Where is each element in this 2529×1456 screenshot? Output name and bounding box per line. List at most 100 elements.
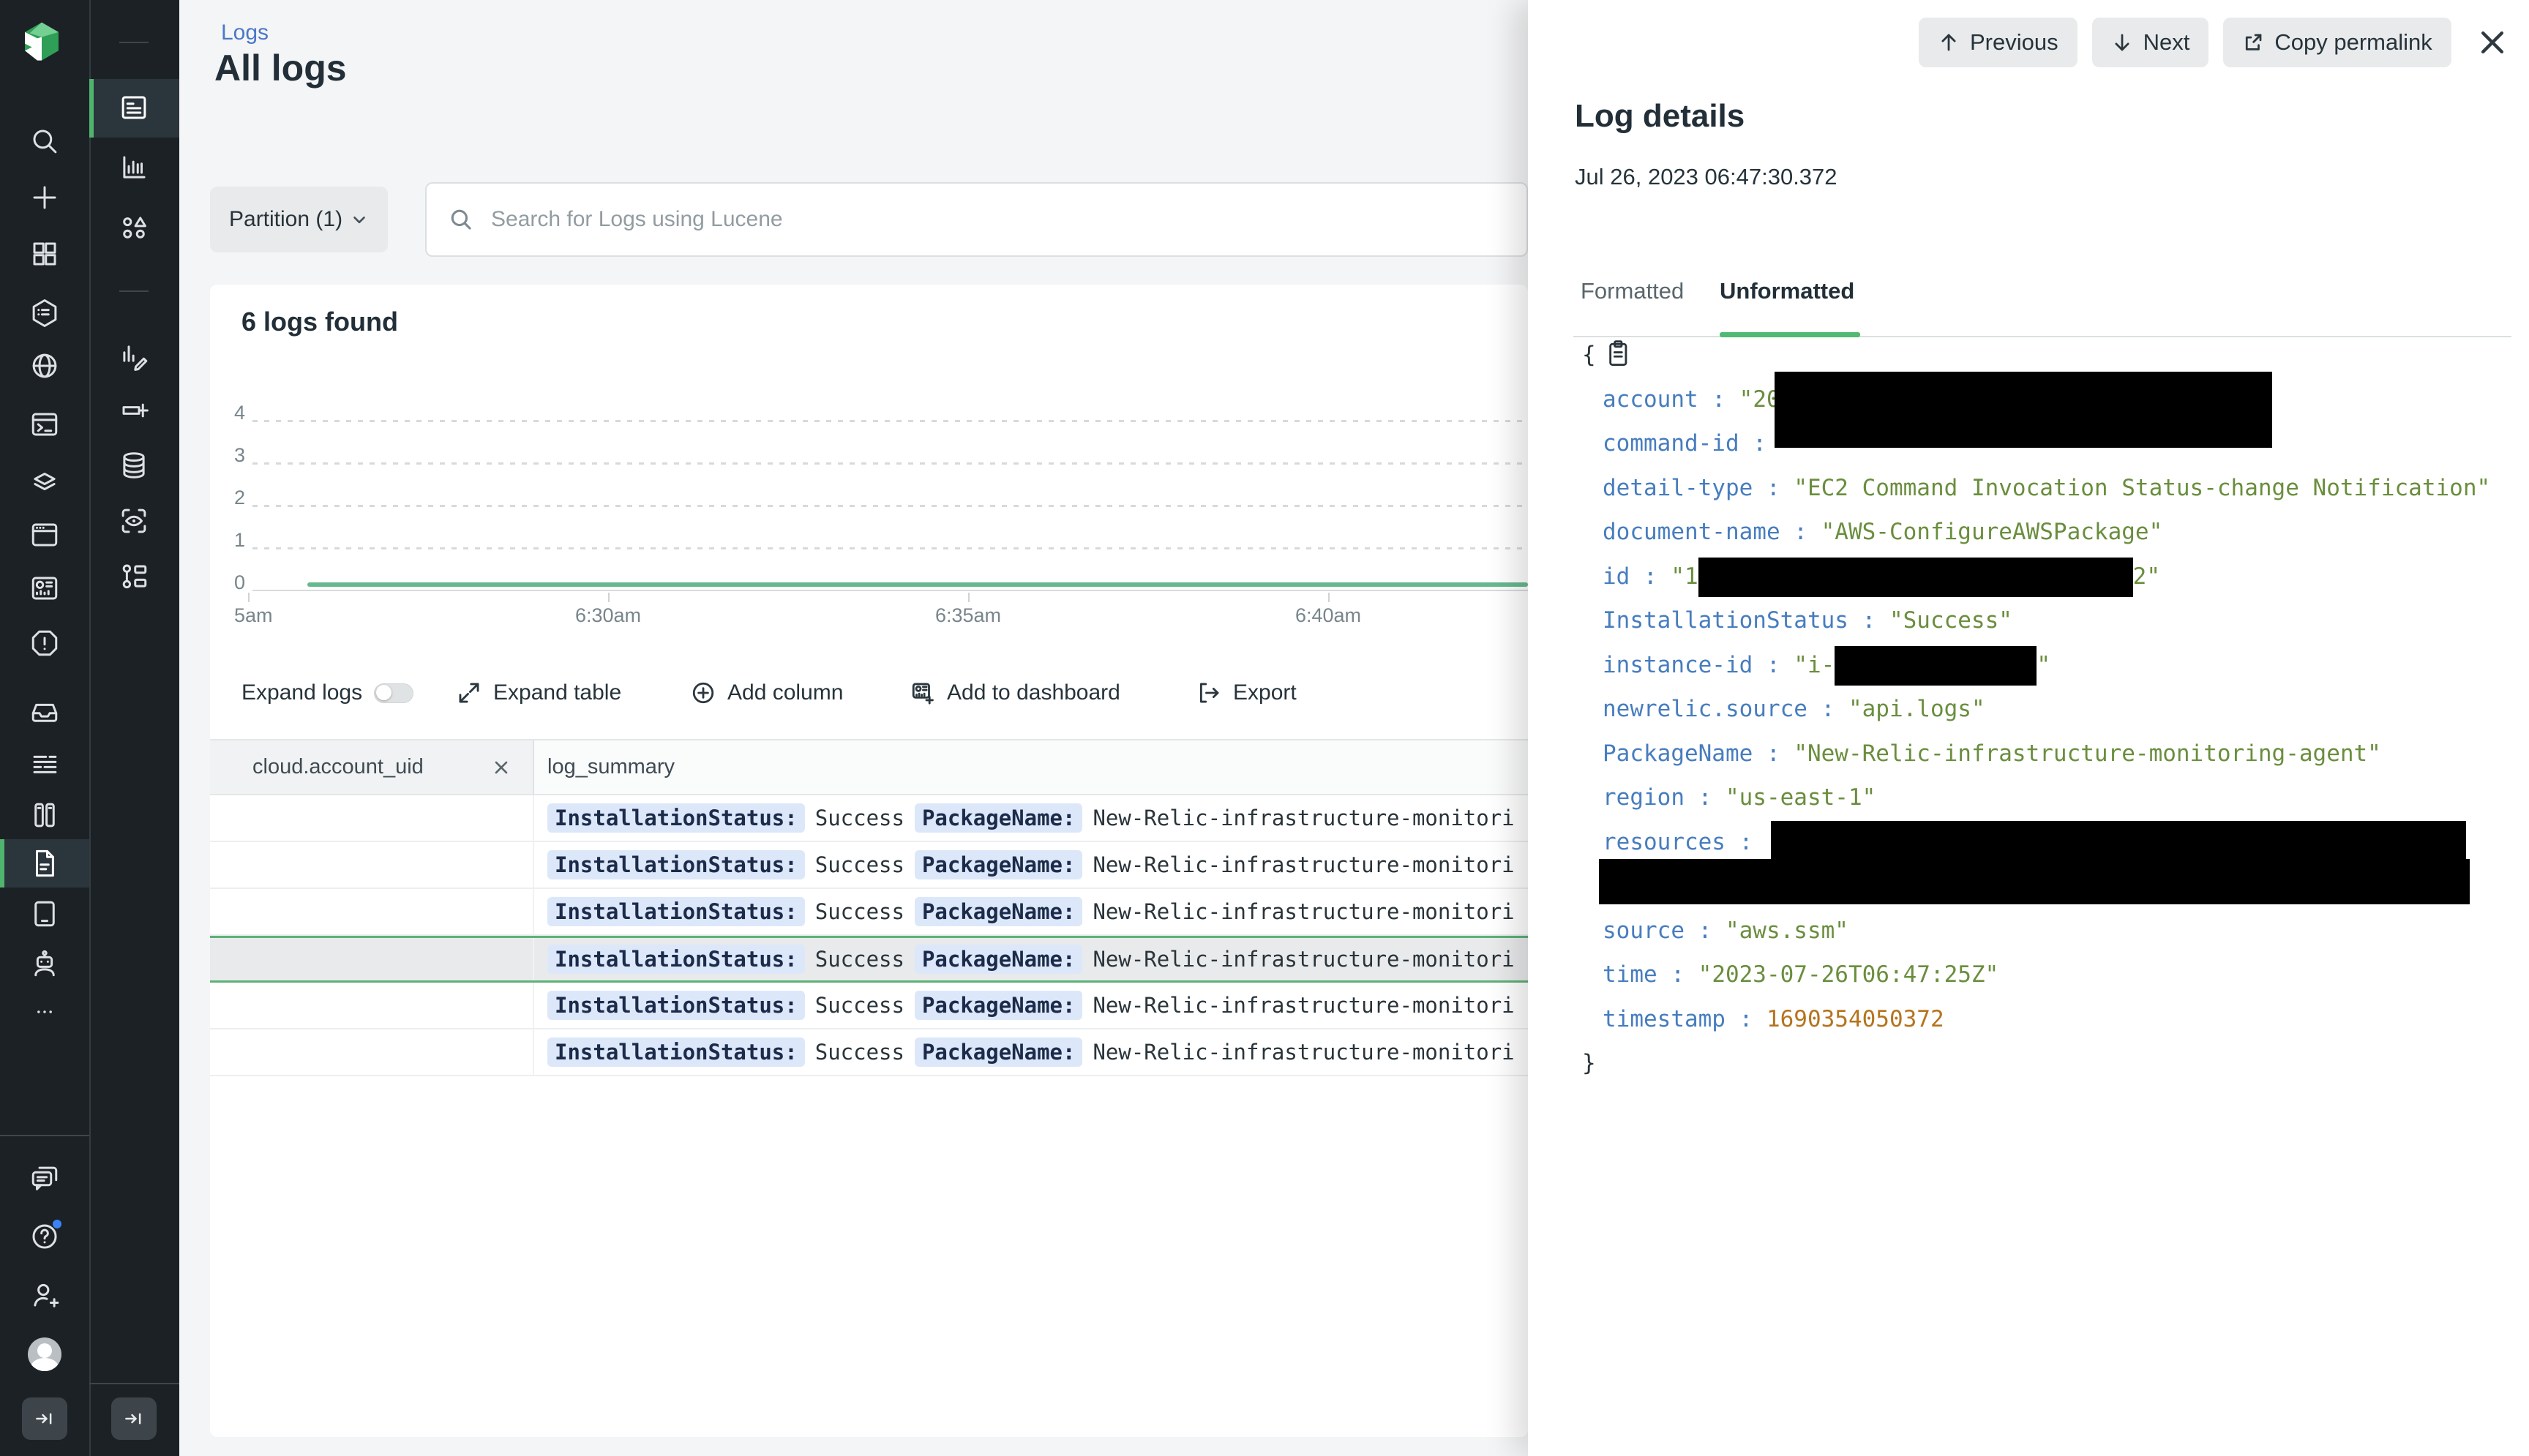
terminal-icon[interactable] <box>29 409 60 440</box>
alert-octagon-icon[interactable] <box>29 628 60 658</box>
json-value: "1 <box>1671 563 1698 590</box>
table-body: InstallationStatus: Success PackageName: Ne… <box>210 795 1528 1076</box>
json-key: region <box>1603 784 1685 811</box>
eye-scan-icon[interactable] <box>119 506 149 536</box>
secondary-bottom-divider <box>89 1383 179 1384</box>
inbox-icon[interactable] <box>29 697 60 727</box>
log-lines-icon[interactable] <box>29 748 60 779</box>
redaction-inline <box>1835 646 2037 686</box>
log-value: New-Relic-infrastructure-monitori <box>1093 947 1515 972</box>
circle-plus-icon <box>692 682 714 704</box>
export-icon <box>1199 683 1219 703</box>
collapse-primary-nav-button[interactable] <box>22 1397 67 1440</box>
json-value: "Success" <box>1889 607 2012 634</box>
search-icon[interactable] <box>29 126 60 157</box>
database-icon[interactable] <box>119 450 149 481</box>
add-user-icon[interactable] <box>29 1280 60 1310</box>
json-colon: : <box>1753 651 1794 678</box>
add-column-label: Add column <box>727 680 844 705</box>
close-button[interactable] <box>2473 23 2511 61</box>
log-key-chip: PackageName: <box>914 850 1083 879</box>
search-input[interactable] <box>490 206 1505 233</box>
hexagon-list-icon[interactable] <box>29 298 60 329</box>
table-row[interactable]: InstallationStatus: Success PackageName: Ne… <box>210 983 1528 1029</box>
bar-chart-icon[interactable] <box>119 152 149 183</box>
json-key: detail-type <box>1603 474 1753 501</box>
browser-window-icon[interactable] <box>29 519 60 550</box>
column-header-log-summary[interactable]: log_summary <box>534 740 1528 794</box>
table-row[interactable]: InstallationStatus: Success PackageName: Ne… <box>210 1029 1528 1076</box>
next-button[interactable]: Next <box>2091 18 2209 67</box>
chat-icon[interactable] <box>29 1163 60 1194</box>
column-label: log_summary <box>547 755 675 778</box>
partition-dropdown[interactable]: Partition (1) <box>210 187 389 252</box>
layers-icon[interactable] <box>29 466 60 497</box>
chart-edit-icon[interactable] <box>119 341 149 372</box>
cell-log-summary: InstallationStatus: Success PackageName: Ne… <box>547 983 1528 1028</box>
panel-actions: Previous Next Copy permalink <box>1919 18 2451 67</box>
copy-json-icon[interactable] <box>1606 340 1631 374</box>
bot-icon[interactable] <box>29 948 60 979</box>
globe-icon[interactable] <box>29 350 60 381</box>
column-header-account-uid[interactable]: cloud.account_uid <box>210 740 534 794</box>
export-button[interactable]: Export <box>1196 677 1297 709</box>
gridline <box>252 547 1528 549</box>
json-colon: : <box>1807 696 1848 722</box>
add-to-dashboard-button[interactable]: Add to dashboard <box>910 677 1120 709</box>
cell-account-uid <box>210 795 534 841</box>
json-fields: account : "20 command-id : detail-type : … <box>1582 378 2519 1042</box>
previous-button[interactable]: Previous <box>1919 18 2077 67</box>
json-line: source : "aws.ssm" <box>1582 909 2519 953</box>
log-value: Success <box>814 993 904 1018</box>
tag-band-icon[interactable] <box>119 395 149 426</box>
help-notification-dot <box>53 1220 61 1228</box>
workflow-icon[interactable] <box>119 561 149 592</box>
log-value: New-Relic-infrastructure-monitori <box>1093 993 1515 1018</box>
more-ellipsis-icon[interactable] <box>29 1002 60 1022</box>
json-line: InstallationStatus : "Success" <box>1582 598 2519 643</box>
table-row[interactable]: InstallationStatus: Success PackageName: Ne… <box>210 842 1528 889</box>
next-label: Next <box>2143 29 2190 55</box>
expand-table-button[interactable]: Expand table <box>457 677 621 709</box>
json-line: document-name : "AWS-ConfigureAWSPackage… <box>1582 510 2519 555</box>
json-line: time : "2023-07-26T06:47:25Z" <box>1582 953 2519 997</box>
log-key-chip: PackageName: <box>914 991 1083 1020</box>
all-logs-article-icon[interactable] <box>119 92 149 123</box>
avatar[interactable] <box>28 1337 61 1371</box>
tab-formatted[interactable]: Formatted <box>1581 278 1684 304</box>
tab-unformatted[interactable]: Unformatted <box>1720 278 1854 304</box>
log-key-chip: PackageName: <box>914 803 1083 833</box>
page-title: All logs <box>214 48 347 89</box>
remove-column-icon[interactable] <box>492 758 511 777</box>
json-line: region : "us-east-1" <box>1582 776 2519 820</box>
mobile-device-icon[interactable] <box>29 898 60 929</box>
search-box[interactable] <box>425 182 1528 257</box>
cell-log-summary: InstallationStatus: Success PackageName: Ne… <box>547 1029 1528 1075</box>
json-colon: : <box>1725 1005 1766 1032</box>
column-label: cloud.account_uid <box>252 755 424 778</box>
add-column-button[interactable]: Add column <box>691 677 843 709</box>
apps-grid-icon[interactable] <box>29 239 60 269</box>
table-header: cloud.account_uid log_summary <box>210 739 1528 795</box>
expand-logs-toggle[interactable] <box>374 683 414 703</box>
dashboard-icon[interactable] <box>29 573 60 604</box>
shapes-icon[interactable] <box>119 212 149 243</box>
columns-icon[interactable] <box>29 800 60 830</box>
table-row[interactable]: InstallationStatus: Success PackageName: Ne… <box>210 795 1528 842</box>
log-value: New-Relic-infrastructure-monitori <box>1093 852 1515 877</box>
add-icon[interactable] <box>29 182 60 213</box>
copy-permalink-button[interactable]: Copy permalink <box>2223 18 2451 67</box>
logs-file-icon[interactable] <box>29 848 60 879</box>
cell-account-uid <box>210 842 534 888</box>
x-axis-tick <box>968 593 970 602</box>
json-key: InstallationStatus <box>1603 607 1848 634</box>
json-value: 1690354050372 <box>1766 1005 1944 1032</box>
table-row[interactable]: InstallationStatus: Success PackageName: Ne… <box>210 889 1528 936</box>
breadcrumb[interactable]: Logs <box>221 20 269 45</box>
help-icon[interactable] <box>29 1220 61 1252</box>
collapse-secondary-nav-button[interactable] <box>111 1397 157 1440</box>
table-row[interactable]: InstallationStatus: Success PackageName: Ne… <box>210 936 1528 983</box>
log-key-chip: InstallationStatus: <box>547 945 805 974</box>
new-relic-logo-icon[interactable] <box>20 19 63 63</box>
sidebar-divider <box>89 0 91 1456</box>
